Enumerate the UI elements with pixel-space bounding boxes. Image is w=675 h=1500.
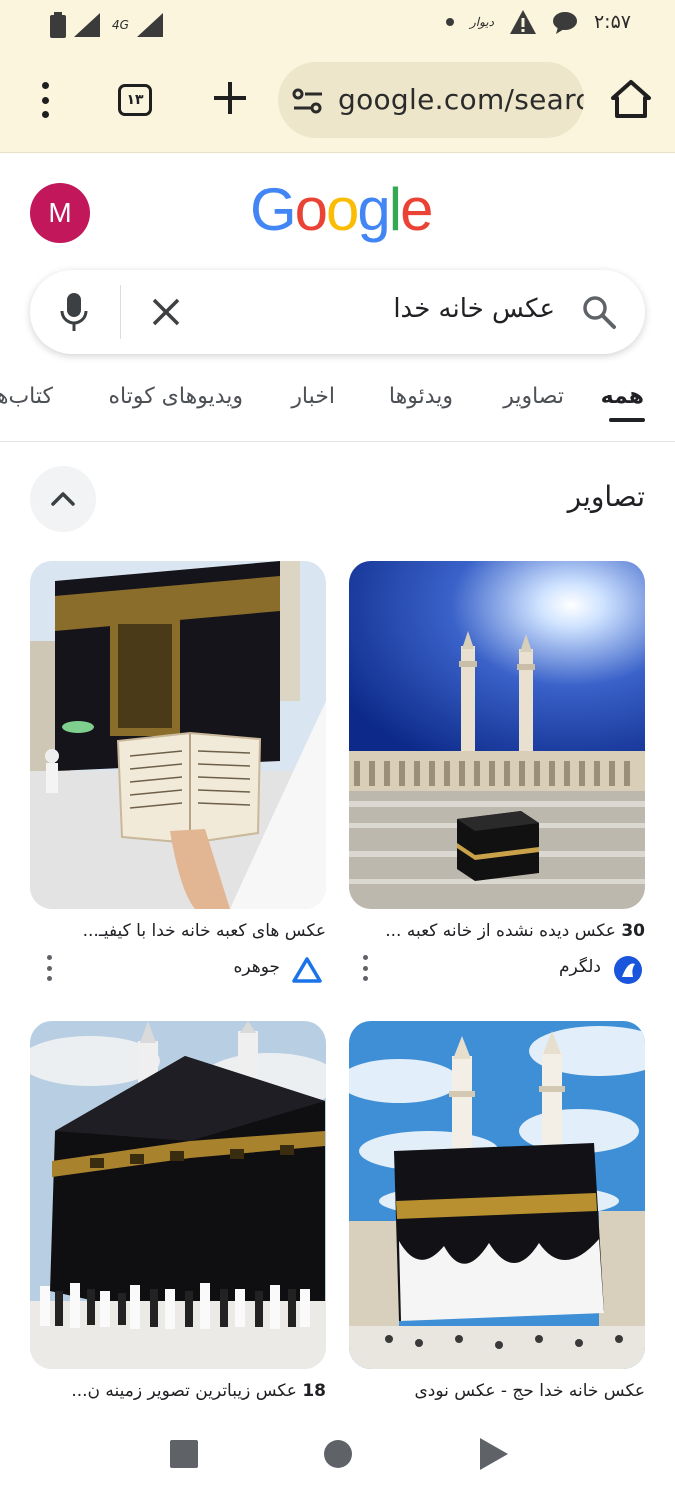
search-tabs: همه تصاویر ویدئوها اخبار ویدیوهای کوتاه … [0, 380, 675, 442]
result-source[interactable]: جوهره [30, 955, 326, 985]
active-tab-indicator [609, 418, 645, 422]
signal-2-icon [136, 13, 163, 37]
search-icon[interactable] [581, 294, 617, 330]
home-icon[interactable] [610, 78, 652, 120]
image-thumbnail[interactable] [30, 1021, 326, 1369]
site-settings-icon[interactable] [292, 86, 324, 116]
result-title: عکس زیباترین تصویر زمینه ن... [71, 1381, 303, 1401]
image-thumbnail[interactable] [30, 561, 326, 909]
source-favicon-icon [614, 956, 642, 984]
battery-icon [50, 12, 66, 38]
source-favicon-icon [292, 957, 322, 983]
tab-images[interactable]: تصاویر [503, 384, 564, 409]
result-source[interactable]: دلگرم [349, 955, 645, 985]
result-title: عکس دیده نشده از خانه کعبه ... [385, 921, 622, 941]
clock: ۲:۵۷ [593, 11, 631, 33]
result-title: عکس های کعبه خانه خدا با کیفیـ... [82, 921, 326, 941]
tab-news[interactable]: اخبار [291, 384, 335, 409]
notification-dot-icon [445, 18, 454, 26]
result-title: عکس خانه خدا حج - عکس نودی [414, 1381, 645, 1401]
status-left: 4G [50, 12, 167, 38]
more-options-button[interactable] [361, 955, 369, 981]
system-nav-bar [0, 1420, 675, 1500]
section-title: تصاویر [567, 480, 645, 513]
image-result-card[interactable]: 30 عکس دیده نشده از خانه کعبه ... دلگرم [349, 561, 645, 985]
result-caption[interactable]: 30 عکس دیده نشده از خانه کعبه ... [349, 921, 645, 941]
tab-all[interactable]: همه [601, 384, 644, 409]
signal-icon [74, 13, 100, 37]
microphone-icon[interactable] [58, 291, 90, 333]
collapse-button[interactable] [30, 466, 96, 532]
browser-toolbar: ۱۳ google.com/search [0, 60, 675, 140]
google-logo[interactable]: Google [250, 175, 434, 244]
result-caption[interactable]: عکس خانه خدا حج - عکس نودی [349, 1381, 645, 1401]
image-result-card[interactable]: 18 عکس زیباترین تصویر زمینه ن... [30, 1021, 326, 1401]
chevron-up-icon [51, 492, 75, 506]
tab-books[interactable]: کتاب‌ها [0, 384, 53, 409]
result-caption[interactable]: 18 عکس زیباترین تصویر زمینه ن... [30, 1381, 326, 1401]
result-caption[interactable]: عکس های کعبه خانه خدا با کیفیـ... [30, 921, 326, 941]
new-tab-plus-icon[interactable] [210, 78, 250, 118]
status-right: دیوار ۲:۵۷ [445, 10, 631, 34]
address-bar[interactable]: google.com/search [278, 62, 584, 138]
back-button[interactable] [480, 1438, 508, 1470]
status-bar: 4G دیوار ۲:۵۷ [0, 0, 675, 52]
image-thumbnail[interactable] [349, 1021, 645, 1369]
search-input[interactable]: عکس خانه خدا [393, 294, 555, 324]
source-name: دلگرم [558, 957, 601, 977]
url-text: google.com/search [338, 83, 584, 116]
network-type: 4G [112, 18, 129, 32]
tab-videos[interactable]: ویدئوها [389, 384, 453, 409]
home-button[interactable] [324, 1440, 352, 1468]
clear-icon[interactable] [150, 296, 182, 328]
browser-top-area: 4G دیوار ۲:۵۷ ۱۳ google.com/search [0, 0, 675, 153]
chat-icon [552, 12, 577, 34]
recents-button[interactable] [170, 1440, 198, 1468]
search-divider [120, 285, 121, 339]
result-count: 30 [621, 921, 645, 941]
account-avatar[interactable]: M [30, 183, 90, 243]
overflow-menu-button[interactable] [30, 82, 60, 118]
source-name: جوهره [233, 957, 280, 977]
more-options-button[interactable] [45, 955, 53, 981]
warning-icon [509, 10, 536, 34]
tab-short-videos[interactable]: ویدیوهای کوتاه [109, 384, 244, 409]
app-notification: دیوار [469, 15, 494, 29]
result-count: 18 [302, 1381, 326, 1401]
search-box[interactable]: عکس خانه خدا [30, 270, 645, 354]
image-result-card[interactable]: عکس های کعبه خانه خدا با کیفیـ... جوهره [30, 561, 326, 985]
image-thumbnail[interactable] [349, 561, 645, 909]
image-result-card[interactable]: عکس خانه خدا حج - عکس نودی [349, 1021, 645, 1401]
tab-switcher-button[interactable]: ۱۳ [118, 84, 152, 116]
